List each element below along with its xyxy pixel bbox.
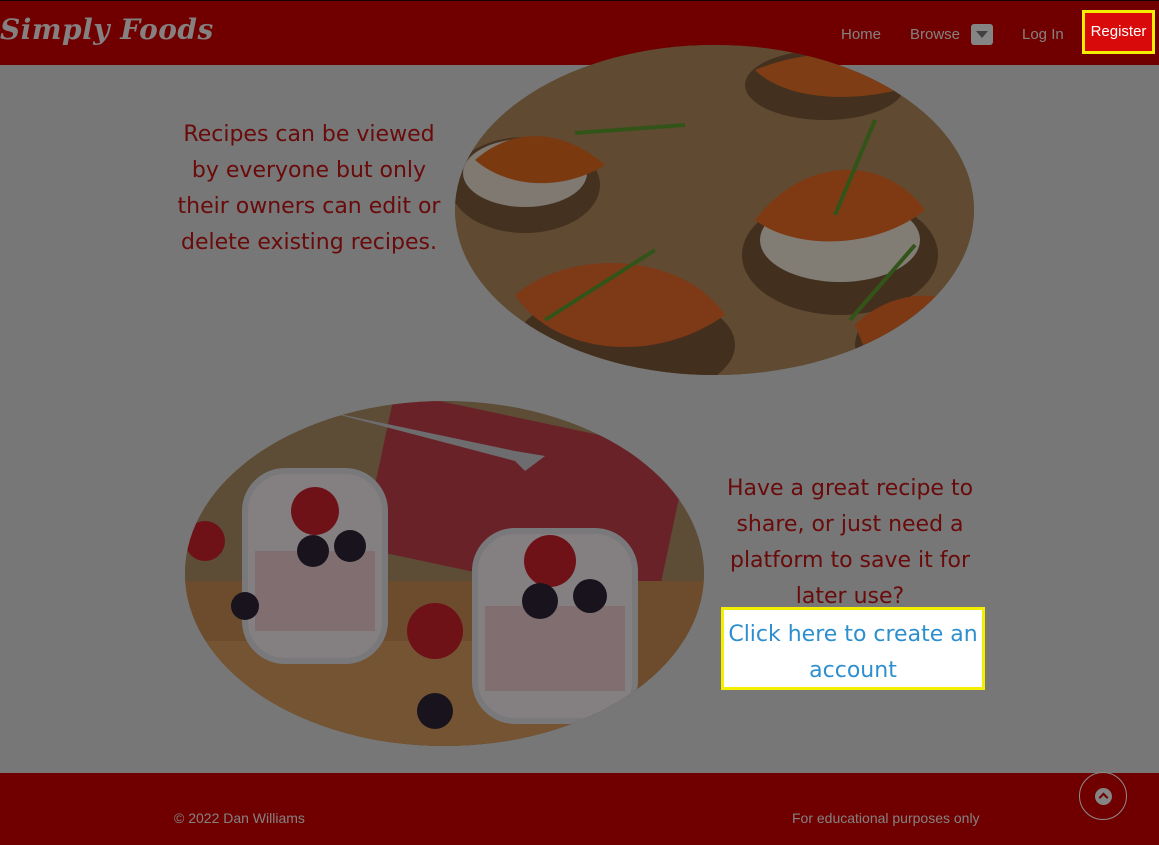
cta-text: Have a great recipe to share, or just ne… [726,476,974,609]
chevron-down-icon[interactable] [971,24,993,45]
copyright-text: © 2022 Dan Williams [174,810,305,826]
chevron-up-icon [1095,788,1112,805]
brand-logo[interactable]: Simply Foods [0,13,214,46]
create-account-link[interactable]: Click here to create an account [721,607,985,690]
salmon-canape-image [455,45,974,375]
register-button[interactable]: Register [1082,10,1155,54]
back-to-top-button[interactable] [1079,772,1127,820]
educational-note: For educational purposes only [792,810,980,826]
intro-text: Recipes can be viewed by everyone but on… [177,122,441,255]
footer: © 2022 Dan Williams For educational purp… [0,772,1159,845]
nav-home-link[interactable]: Home [841,26,881,43]
yogurt-parfait-image [185,401,704,746]
navbar: Simply Foods Home Browse Log In [0,0,1159,65]
nav-browse-link[interactable]: Browse [910,26,960,43]
nav-login-link[interactable]: Log In [1022,26,1064,43]
